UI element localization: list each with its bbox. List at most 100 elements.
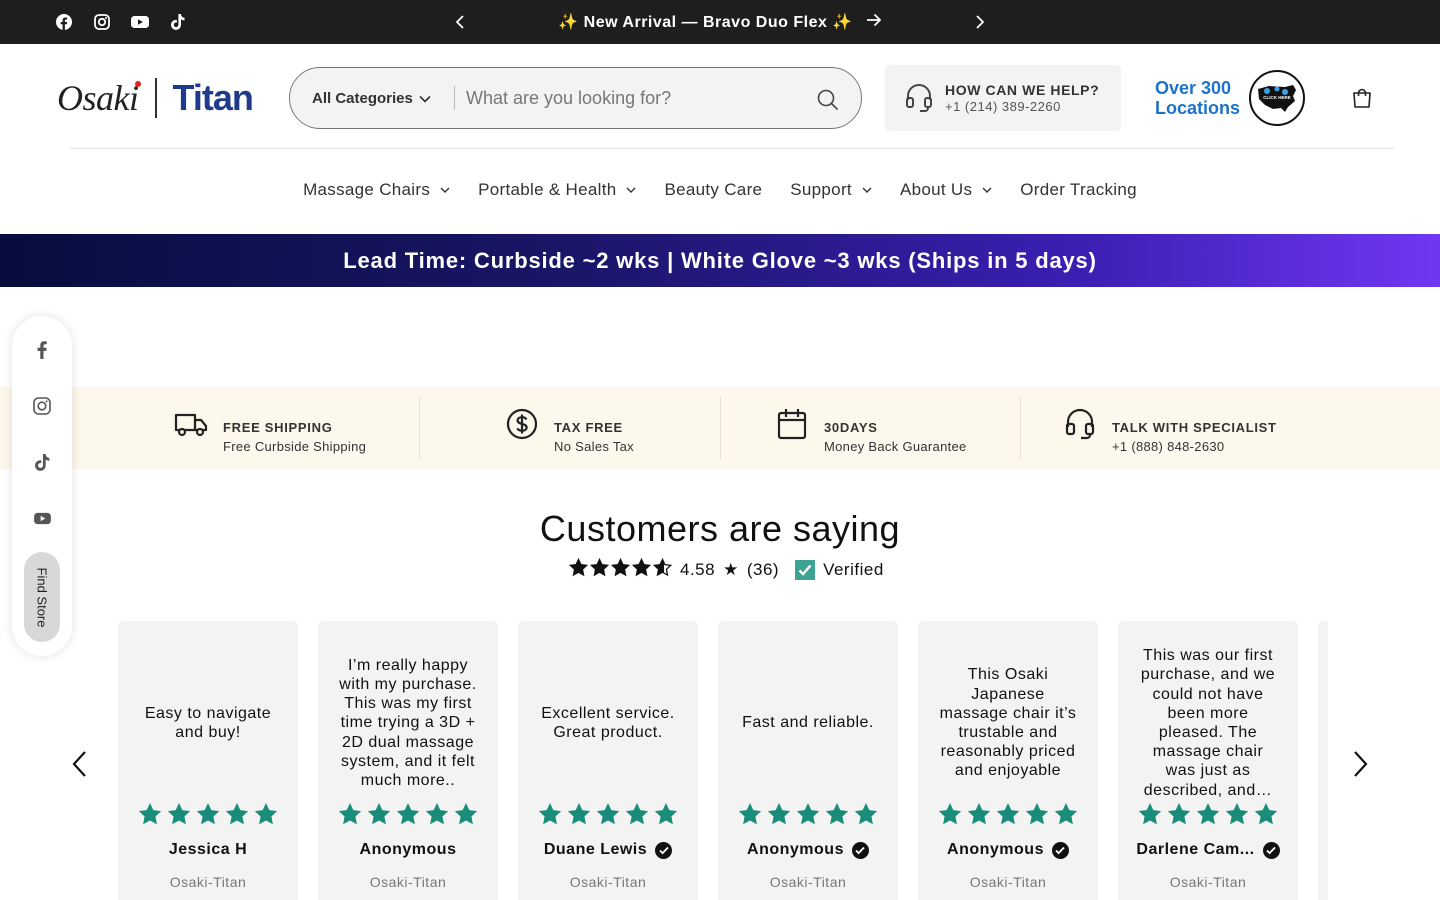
logo-divider	[154, 78, 157, 118]
review-text: This Osaki Japanese massage chair it’s t…	[939, 666, 1077, 780]
search-input[interactable]	[466, 82, 786, 114]
youtube-icon[interactable]	[32, 508, 52, 528]
find-store-button[interactable]: Find Store	[24, 552, 60, 642]
star-icon	[253, 801, 279, 832]
star-icon	[737, 801, 763, 832]
search-button[interactable]	[814, 86, 842, 114]
verified-badge-icon	[655, 841, 673, 859]
feature-title: 30DAYS	[824, 420, 878, 435]
nav-order-tracking[interactable]: Order Tracking	[1020, 176, 1137, 204]
feature-divider	[419, 397, 420, 459]
star-icon	[137, 801, 163, 832]
review-card[interactable]: Excellent service. Great product. Duane L…	[518, 621, 698, 900]
headset-icon	[1063, 407, 1097, 441]
review-store: Osaki-Titan	[969, 874, 1047, 890]
review-card[interactable]: Fast and reliable. Anonymous Osaki-Titan	[718, 621, 898, 900]
review-stars	[137, 801, 279, 832]
category-select[interactable]: All Categories	[312, 90, 431, 107]
feature-subtitle: +1 (888) 848-2630	[1112, 439, 1225, 454]
site-logo[interactable]: Osaki Titan	[57, 76, 254, 120]
star-icon	[337, 801, 363, 832]
chevron-down-icon	[862, 187, 872, 193]
facebook-icon[interactable]	[32, 340, 52, 360]
reviewer-name: Duane Lewis	[522, 841, 694, 859]
star-icon	[1137, 801, 1163, 832]
star-icon	[166, 801, 192, 832]
review-card[interactable]	[1318, 621, 1328, 900]
chevron-down-icon	[982, 187, 992, 193]
reviewer-name: Anonymous	[922, 841, 1094, 859]
rating-star-glyph: ★	[723, 560, 739, 579]
star-icon	[1253, 801, 1279, 832]
verified-badge-icon	[1262, 841, 1280, 859]
search-icon	[817, 89, 839, 111]
search-bar: All Categories	[289, 67, 862, 129]
feature-subtitle: Free Curbside Shipping	[223, 439, 367, 454]
lead-time-banner: Lead Time: Curbside ~2 wks | White Glove…	[0, 234, 1440, 287]
star-icon	[1053, 801, 1079, 832]
main-nav: Massage Chairs Portable & Health Beauty …	[0, 176, 1440, 204]
nav-portable-health[interactable]: Portable & Health	[478, 176, 636, 204]
nav-support[interactable]: Support	[790, 176, 872, 204]
star-icon	[610, 557, 631, 582]
review-store: Osaki-Titan	[769, 874, 847, 890]
instagram-icon[interactable]	[32, 396, 52, 416]
star-icon	[853, 801, 879, 832]
cart-button[interactable]	[1350, 86, 1374, 110]
review-stars	[937, 801, 1079, 832]
usa-map-badge: CLICK HERE	[1249, 70, 1305, 126]
star-icon	[653, 801, 679, 832]
verified-check-icon	[795, 560, 816, 580]
reviewer-name: Anonymous	[359, 841, 457, 858]
chevron-down-icon	[440, 187, 450, 193]
truck-icon	[174, 407, 208, 441]
logo-red-dot	[134, 81, 141, 87]
reviews-prev-button[interactable]	[66, 748, 92, 780]
chevron-down-icon	[419, 90, 431, 107]
store-locations-link[interactable]: Over 300 Locations CLICK HERE	[1155, 70, 1307, 128]
verified-badge-icon	[1051, 841, 1069, 859]
reviewer-name: Jessica H	[168, 841, 248, 858]
help-contact[interactable]: HOW CAN WE HELP? +1 (214) 389-2260	[885, 65, 1121, 131]
nav-massage-chairs[interactable]: Massage Chairs	[303, 176, 450, 204]
review-stars	[1137, 801, 1279, 832]
feature-title: TAX FREE	[554, 420, 623, 435]
reviews-title: Customers are saying	[539, 508, 901, 549]
calendar-icon	[775, 407, 809, 441]
feature-divider	[720, 397, 721, 459]
star-icon	[395, 801, 421, 832]
review-card[interactable]: I’m really happy with my purchase. This …	[318, 621, 498, 900]
review-text: Excellent service. Great product.	[541, 704, 675, 741]
reviews-next-button[interactable]	[1348, 748, 1374, 780]
announcement-bar: ✨ New Arrival — Bravo Duo Flex ✨	[0, 0, 1440, 44]
search-divider	[454, 86, 455, 110]
nav-beauty-care[interactable]: Beauty Care	[664, 176, 762, 204]
rating-stars	[568, 557, 673, 582]
reviews-carousel: Easy to navigate and buy! Jessica H Osaki-…	[118, 621, 1328, 900]
reviews-summary[interactable]: 4.58 ★ (36) Verified	[568, 557, 884, 582]
star-icon	[966, 801, 992, 832]
star-icon	[595, 801, 621, 832]
star-icon	[424, 801, 450, 832]
feature-subtitle: Money Back Guarantee	[824, 439, 967, 454]
review-card[interactable]: This was our first purchase, and we coul…	[1118, 621, 1298, 900]
tiktok-icon[interactable]	[32, 452, 52, 472]
nav-about-us[interactable]: About Us	[900, 176, 992, 204]
announcement-link[interactable]: ✨ New Arrival — Bravo Duo Flex ✨	[0, 12, 1440, 32]
verified-badge-icon	[851, 841, 869, 859]
features-strip: FREE SHIPPING Free Curbside Shipping TAX…	[0, 387, 1440, 469]
review-stars	[337, 801, 479, 832]
category-select-label: All Categories	[312, 90, 413, 107]
star-icon	[824, 801, 850, 832]
feature-title: TALK WITH SPECIALIST	[1112, 420, 1277, 435]
rating-value: 4.58	[680, 560, 716, 579]
review-store: Osaki-Titan	[169, 874, 247, 890]
review-card[interactable]: Easy to navigate and buy! Jessica H Osaki-…	[118, 621, 298, 900]
star-icon	[937, 801, 963, 832]
announcement-next-button[interactable]	[969, 11, 991, 33]
chevron-left-icon	[72, 751, 86, 777]
star-icon	[366, 801, 392, 832]
review-stars	[537, 801, 679, 832]
review-card[interactable]: This Osaki Japanese massage chair it’s t…	[918, 621, 1098, 900]
star-icon	[566, 801, 592, 832]
